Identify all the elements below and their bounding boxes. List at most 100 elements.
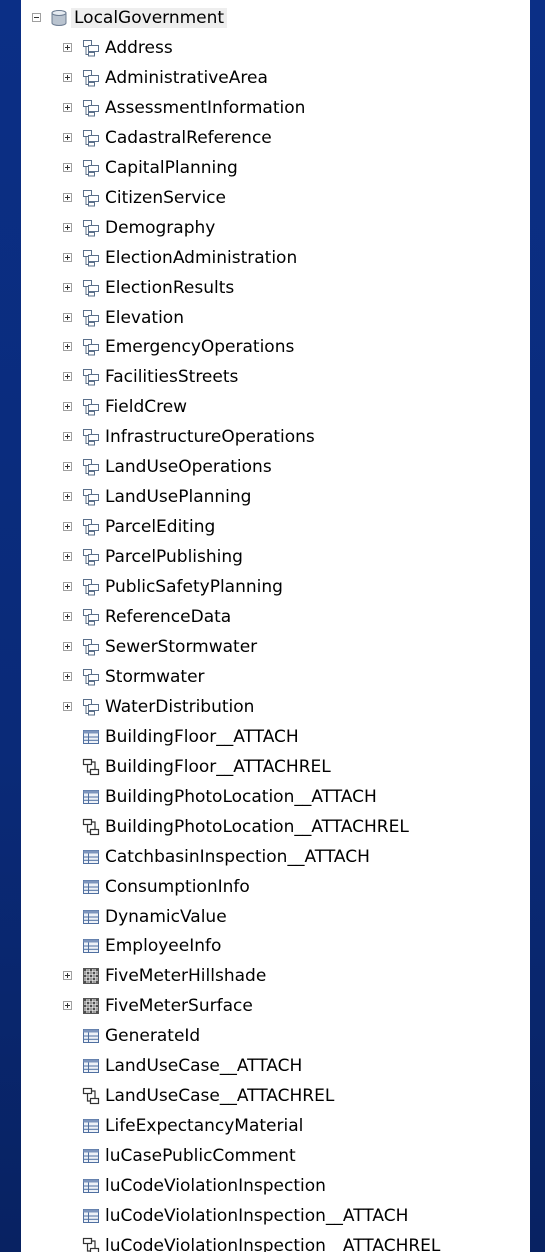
tree-item[interactable]: AssessmentInformation [21, 93, 530, 123]
expand-toggle-icon[interactable] [63, 42, 72, 52]
expand-toggle-icon[interactable] [63, 641, 72, 651]
left-background-strip [0, 0, 21, 1252]
tree-item-label: luCodeViolationInspection [105, 1176, 326, 1197]
tree-item[interactable]: SewerStormwater [21, 632, 530, 662]
tree-item[interactable]: BuildingFloor__ATTACHREL [21, 752, 530, 782]
expand-toggle-icon[interactable] [63, 552, 72, 562]
expand-toggle-icon[interactable] [63, 102, 72, 112]
expand-toggle-icon[interactable] [63, 612, 72, 621]
tree-item[interactable]: FiveMeterSurface [21, 991, 530, 1021]
tree-item[interactable]: EmployeeInfo [21, 931, 530, 961]
tree-item[interactable]: ConsumptionInfo [21, 872, 530, 902]
feature-dataset-icon [83, 579, 99, 596]
expand-toggle-icon[interactable] [63, 162, 72, 172]
tree-item[interactable]: GenerateId [21, 1021, 530, 1051]
tree-item[interactable]: CitizenService [21, 183, 530, 213]
expand-toggle-icon[interactable] [63, 1001, 72, 1011]
table-icon [83, 909, 99, 924]
collapse-toggle-icon[interactable] [32, 13, 41, 22]
feature-dataset-icon [83, 339, 99, 356]
tree-item[interactable]: ElectionResults [21, 273, 530, 303]
tree-item-label: Elevation [105, 307, 184, 328]
tree-item[interactable]: BuildingPhotoLocation__ATTACHREL [21, 812, 530, 842]
tree-item-label: ConsumptionInfo [105, 876, 250, 897]
tree-item-label: CatchbasinInspection__ATTACH [105, 846, 370, 867]
tree-item[interactable]: LandUsePlanning [21, 482, 530, 512]
tree-item-label: LifeExpectancyMaterial [105, 1116, 304, 1137]
tree-item-label: ElectionResults [105, 277, 235, 298]
tree-item[interactable]: Elevation [21, 303, 530, 333]
expand-toggle-icon[interactable] [63, 971, 72, 981]
tree-item[interactable]: Stormwater [21, 662, 530, 692]
tree-item-label: CapitalPlanning [105, 157, 238, 178]
tree-item[interactable]: PublicSafetyPlanning [21, 572, 530, 602]
tree-item-label: LandUseOperations [105, 457, 272, 478]
expand-toggle-icon[interactable] [63, 132, 72, 142]
tree-item[interactable]: CadastralReference [21, 123, 530, 153]
expand-toggle-icon[interactable] [63, 402, 72, 412]
tree-item[interactable]: luCasePublicComment [21, 1141, 530, 1171]
expand-toggle-icon[interactable] [63, 522, 72, 532]
table-icon [83, 1029, 99, 1044]
feature-dataset-icon [83, 429, 99, 446]
tree-item-label: FiveMeterHillshade [105, 966, 267, 987]
expand-toggle-icon[interactable] [63, 701, 72, 711]
tree-item-label: ReferenceData [105, 607, 232, 627]
expand-toggle-icon[interactable] [63, 312, 72, 322]
tree-root-localgovernment[interactable]: LocalGovernment [21, 3, 530, 33]
tree-item[interactable]: luCodeViolationInspection [21, 1171, 530, 1201]
tree-item[interactable]: FacilitiesStreets [21, 362, 530, 392]
tree-item-label: luCasePublicComment [105, 1146, 296, 1167]
feature-dataset-icon [83, 549, 99, 566]
tree-item[interactable]: ParcelPublishing [21, 542, 530, 572]
tree-item[interactable]: InfrastructureOperations [21, 422, 530, 452]
expand-toggle-icon[interactable] [63, 252, 72, 262]
tree-item[interactable]: BuildingFloor__ATTACH [21, 722, 530, 752]
tree-item[interactable]: EmergencyOperations [21, 332, 530, 362]
tree-item[interactable]: DynamicValue [21, 902, 530, 932]
feature-dataset-icon [83, 638, 99, 656]
feature-dataset-icon [83, 219, 99, 237]
raster-icon [83, 998, 99, 1015]
tree-item[interactable]: FieldCrew [21, 392, 530, 422]
tree-item[interactable]: LandUseOperations [21, 452, 530, 482]
expand-toggle-icon[interactable] [63, 282, 72, 292]
expand-toggle-icon[interactable] [63, 342, 72, 352]
tree-item-label: SewerStormwater [105, 636, 258, 657]
tree-item-label: ParcelPublishing [105, 547, 243, 568]
tree-item[interactable]: CatchbasinInspection__ATTACH [21, 842, 530, 872]
tree-item[interactable]: AdministrativeArea [21, 63, 530, 93]
expand-toggle-icon[interactable] [63, 372, 72, 382]
expand-toggle-icon[interactable] [63, 222, 72, 232]
expand-toggle-icon[interactable] [63, 582, 72, 592]
tree-item[interactable]: luCodeViolationInspection__ATTACH [21, 1201, 530, 1231]
tree-item[interactable]: LandUseCase__ATTACH [21, 1051, 530, 1081]
feature-dataset-icon [83, 399, 99, 416]
database-icon [51, 10, 67, 26]
tree-item[interactable]: Demography [21, 213, 530, 243]
relationship-class-icon [82, 758, 100, 775]
tree-item[interactable]: FiveMeterHillshade [21, 961, 530, 991]
tree-item-label: LandUseCase__ATTACH [105, 1056, 303, 1077]
table-icon [83, 1179, 99, 1194]
expand-toggle-icon[interactable] [63, 432, 72, 442]
tree-item[interactable]: LandUseCase__ATTACHREL [21, 1081, 530, 1111]
tree-item[interactable]: LifeExpectancyMaterial [21, 1111, 530, 1141]
tree-item[interactable]: CapitalPlanning [21, 153, 530, 183]
expand-toggle-icon[interactable] [63, 72, 72, 82]
tree-item[interactable]: Address [21, 33, 530, 63]
tree-item[interactable]: ElectionAdministration [21, 243, 530, 273]
expand-toggle-icon[interactable] [63, 462, 72, 472]
tree-item[interactable]: ReferenceData [21, 602, 530, 632]
tree-item[interactable]: BuildingPhotoLocation__ATTACH [21, 782, 530, 812]
feature-dataset-icon [83, 369, 99, 386]
tree-item[interactable]: WaterDistribution [21, 692, 530, 722]
expand-toggle-icon[interactable] [63, 192, 72, 202]
feature-dataset-icon [83, 129, 99, 147]
feature-dataset-icon [83, 309, 99, 326]
expand-toggle-icon[interactable] [63, 671, 72, 681]
feature-dataset-icon [83, 279, 99, 297]
tree-item[interactable]: ParcelEditing [21, 512, 530, 542]
tree-item[interactable]: luCodeViolationInspection__ATTACHREL [21, 1231, 530, 1252]
expand-toggle-icon[interactable] [63, 492, 72, 502]
